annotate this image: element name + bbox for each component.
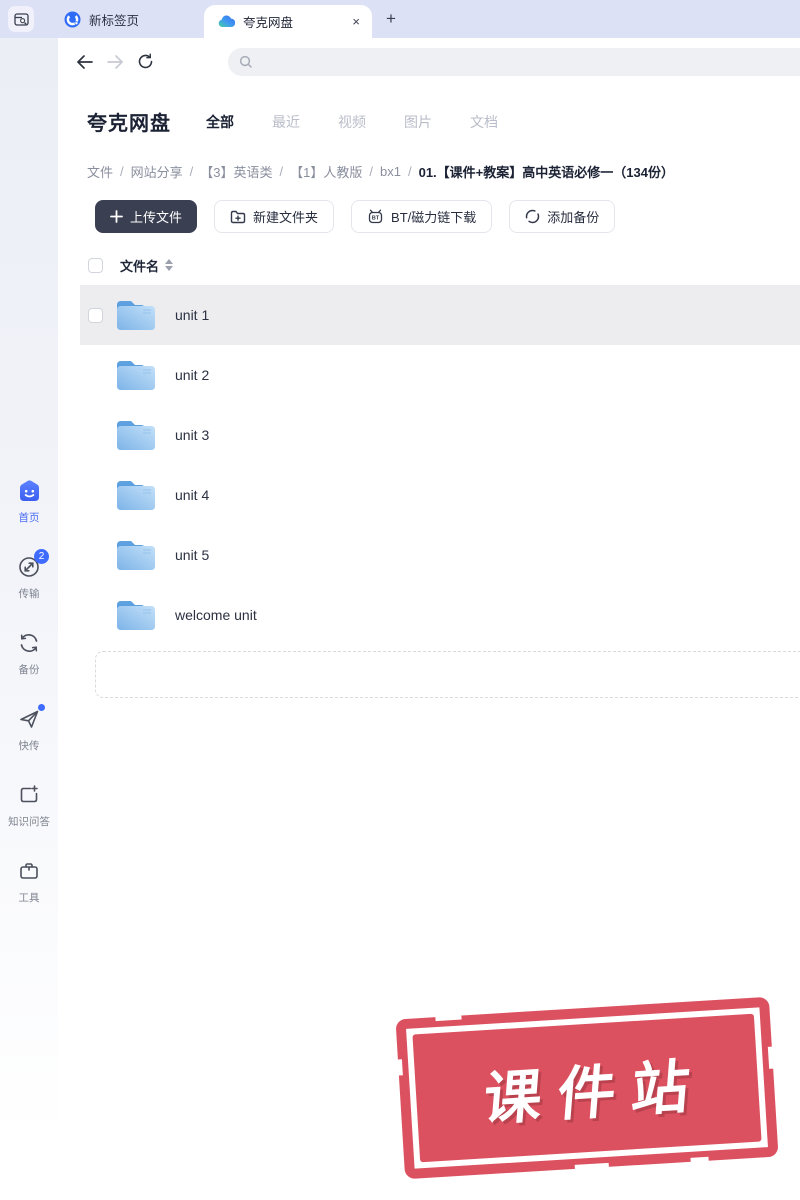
breadcrumb-separator: / xyxy=(369,164,373,179)
breadcrumb-item[interactable]: 【1】人教版 xyxy=(290,162,362,181)
toolbar: 上传文件 新建文件夹 BT BT/磁力链下载 添加备份 xyxy=(95,200,800,233)
row-checkbox[interactable] xyxy=(88,307,103,323)
file-row[interactable]: unit 3 xyxy=(80,405,800,465)
file-row[interactable]: unit 1 xyxy=(80,285,800,345)
breadcrumb-separator: / xyxy=(279,164,284,179)
toolbox-icon xyxy=(16,858,42,884)
tab-search-icon[interactable] xyxy=(8,6,34,32)
sidebar: 首页 2 传输 备份 快传 知识问答 工具 xyxy=(0,38,58,1200)
file-list-header: 文件名 xyxy=(80,245,800,285)
file-row[interactable]: welcome unit xyxy=(80,585,800,645)
tab-quark-drive[interactable]: 夸克网盘 × xyxy=(204,5,372,38)
folder-icon xyxy=(115,298,157,332)
bt-magnet-download-button[interactable]: BT BT/磁力链下载 xyxy=(351,200,493,233)
tab-new-page[interactable]: 新标签页 xyxy=(50,0,153,38)
new-folder-button[interactable]: 新建文件夹 xyxy=(214,200,335,233)
browser-nav-bar xyxy=(58,38,800,85)
folder-icon xyxy=(115,358,157,392)
sidebar-label: 快传 xyxy=(18,740,40,752)
back-button[interactable] xyxy=(70,54,100,70)
folder-plus-icon xyxy=(230,210,246,223)
watermark-stamp: 课件站 xyxy=(395,996,779,1180)
breadcrumb-separator: / xyxy=(120,164,124,179)
upload-dropzone[interactable] xyxy=(95,651,800,698)
tab-all[interactable]: 全部 xyxy=(206,112,234,132)
folder-icon xyxy=(115,598,157,632)
sort-icon[interactable] xyxy=(165,259,174,271)
tab-image[interactable]: 图片 xyxy=(404,112,432,132)
address-search-bar[interactable] xyxy=(228,48,800,76)
sidebar-item-knowledge-qa[interactable]: 知识问答 xyxy=(0,782,58,829)
backup-sync-icon xyxy=(16,630,42,656)
sidebar-item-quick-send[interactable]: 快传 xyxy=(0,704,58,753)
sidebar-label: 知识问答 xyxy=(8,816,50,828)
file-row[interactable]: unit 2 xyxy=(80,345,800,405)
watermark-text: 课件站 xyxy=(481,1053,708,1133)
folder-name[interactable]: unit 4 xyxy=(175,487,209,503)
breadcrumb-item[interactable]: 网站分享 xyxy=(131,162,183,181)
quark-logo-icon xyxy=(64,11,81,27)
drive-content: 夸克网盘 全部 最近 视频 图片 文档 文件 / 网站分享 / 【3】英语类 /… xyxy=(58,85,800,1200)
add-backup-button[interactable]: 添加备份 xyxy=(509,200,616,233)
breadcrumb-current: 01.【课件+教案】高中英语必修一（134份） xyxy=(418,165,674,180)
new-tab-button[interactable]: + xyxy=(380,8,402,30)
tab-doc[interactable]: 文档 xyxy=(470,112,498,132)
tab-recent[interactable]: 最近 xyxy=(272,112,300,132)
search-icon xyxy=(239,55,252,68)
refresh-button[interactable] xyxy=(130,53,160,70)
breadcrumb-item[interactable]: bx1 xyxy=(380,164,401,179)
select-all-checkbox[interactable] xyxy=(88,257,103,273)
sidebar-label: 工具 xyxy=(18,892,40,904)
transfer-badge: 2 xyxy=(34,549,49,564)
column-header-filename: 文件名 xyxy=(120,258,160,274)
paper-plane-icon xyxy=(16,704,45,732)
folder-name[interactable]: welcome unit xyxy=(175,607,257,623)
folder-name[interactable]: unit 5 xyxy=(175,547,209,563)
home-icon xyxy=(16,478,42,504)
notification-dot xyxy=(38,704,45,711)
cloud-drive-favicon xyxy=(218,15,235,28)
sync-circle-icon xyxy=(526,209,540,224)
bt-icon: BT xyxy=(368,209,383,224)
sidebar-item-backup[interactable]: 备份 xyxy=(0,630,58,677)
browser-tab-bar: 新标签页 夸克网盘 × + xyxy=(0,0,800,38)
tab-label: 新标签页 xyxy=(89,13,140,28)
knowledge-qa-icon xyxy=(16,782,42,808)
folder-icon xyxy=(115,538,157,572)
plus-icon xyxy=(110,210,123,223)
sidebar-label: 备份 xyxy=(18,664,40,676)
folder-name[interactable]: unit 3 xyxy=(175,427,209,443)
forward-button[interactable] xyxy=(100,54,130,70)
folder-name[interactable]: unit 2 xyxy=(175,367,209,383)
sidebar-label: 传输 xyxy=(18,588,40,600)
transfer-icon: 2 xyxy=(16,549,49,580)
folder-name[interactable]: unit 1 xyxy=(175,307,209,323)
page-title: 夸克网盘 xyxy=(87,113,171,135)
sidebar-item-transfer[interactable]: 2 传输 xyxy=(0,549,58,601)
upload-file-button[interactable]: 上传文件 xyxy=(95,200,198,233)
breadcrumb-separator: / xyxy=(407,164,412,179)
file-row[interactable]: unit 5 xyxy=(80,525,800,585)
svg-text:BT: BT xyxy=(372,216,380,222)
sidebar-item-tools[interactable]: 工具 xyxy=(0,858,58,905)
filter-tabs: 全部 最近 视频 图片 文档 xyxy=(206,112,498,132)
sidebar-item-home[interactable]: 首页 xyxy=(0,478,58,525)
file-list: 文件名 unit 1 unit 2 unit 3 unit 4 unit 5 w… xyxy=(80,245,800,645)
folder-icon xyxy=(115,418,157,452)
tab-label: 夸克网盘 xyxy=(243,16,294,30)
folder-icon xyxy=(115,478,157,512)
tab-video[interactable]: 视频 xyxy=(338,112,366,132)
breadcrumb: 文件 / 网站分享 / 【3】英语类 / 【1】人教版 / bx1 / 01.【… xyxy=(87,162,800,181)
file-row[interactable]: unit 4 xyxy=(80,465,800,525)
breadcrumb-separator: / xyxy=(189,164,194,179)
breadcrumb-item[interactable]: 【3】英语类 xyxy=(200,162,272,181)
tab-close-icon[interactable]: × xyxy=(352,15,360,28)
breadcrumb-item[interactable]: 文件 xyxy=(87,162,113,181)
sidebar-label: 首页 xyxy=(18,512,40,524)
